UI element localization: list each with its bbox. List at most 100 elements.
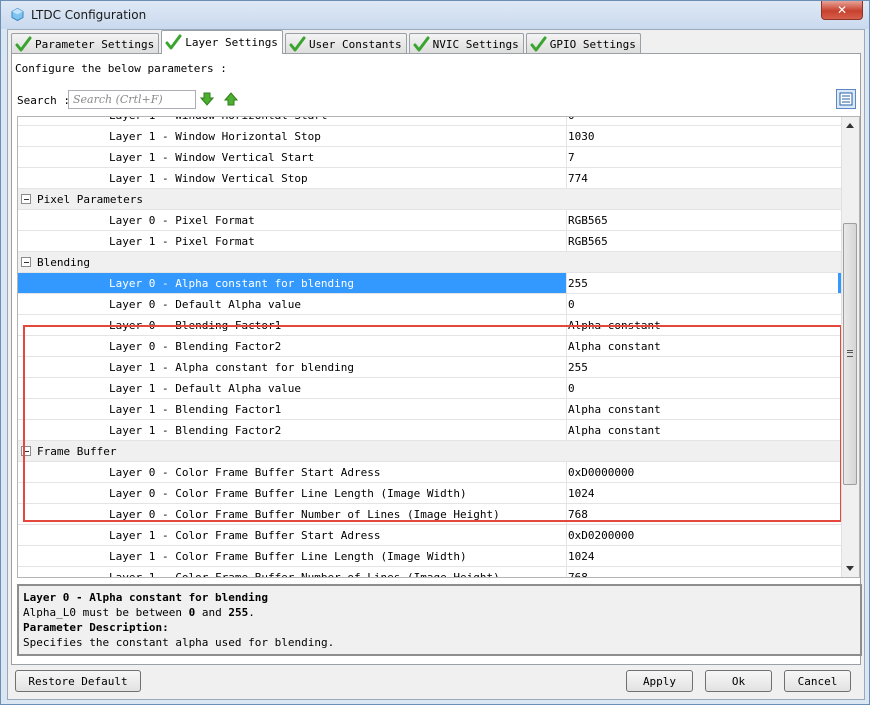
window-title: LTDC Configuration: [31, 8, 147, 22]
parameter-name: Layer 1 - Blending Factor1: [109, 403, 282, 416]
tab-layer-settings[interactable]: Layer Settings: [161, 30, 283, 54]
parameter-row[interactable]: Layer 0 - Default Alpha value 0: [18, 294, 842, 315]
parameter-row[interactable]: Layer 1 - Default Alpha value 0: [18, 378, 842, 399]
column-separator: [566, 117, 567, 125]
parameter-row[interactable]: Layer 1 - Pixel Format RGB565: [18, 231, 842, 252]
dialog-client-area: Parameter Settings Layer Settings User C…: [7, 29, 865, 700]
search-previous-arrow-up-icon[interactable]: [224, 92, 238, 106]
parameter-value[interactable]: 1024: [568, 550, 595, 563]
check-icon: [165, 34, 182, 50]
parameter-row[interactable]: Layer 0 - Color Frame Buffer Number of L…: [18, 504, 842, 525]
apply-button[interactable]: Apply: [626, 670, 693, 692]
tab-gpio-settings[interactable]: GPIO Settings: [525, 33, 641, 54]
search-input[interactable]: [68, 90, 196, 109]
tab-nvic-settings[interactable]: NVIC Settings: [408, 33, 524, 54]
tab-label: Parameter Settings: [35, 37, 155, 51]
parameter-value[interactable]: 774: [568, 172, 588, 185]
scroll-down-arrow-icon[interactable]: [846, 566, 854, 571]
parameter-row-selected[interactable]: Layer 0 - Alpha constant for blending 255: [18, 273, 842, 294]
search-next-arrow-down-icon[interactable]: [200, 92, 214, 106]
column-separator: [566, 546, 567, 566]
tab-label: GPIO Settings: [549, 37, 636, 51]
column-separator: [566, 357, 567, 377]
parameter-value[interactable]: 0: [568, 298, 575, 311]
grid-rows: Layer 1 - Window Horizontal Start0Layer …: [18, 117, 842, 578]
parameter-row[interactable]: Layer 0 - Color Frame Buffer Line Length…: [18, 483, 842, 504]
column-separator: [566, 231, 567, 251]
vertical-scrollbar[interactable]: [841, 117, 859, 577]
parameter-value[interactable]: 255: [568, 277, 588, 290]
parameter-row[interactable]: Layer 0 - Blending Factor1 Alpha constant: [18, 315, 842, 336]
parameter-value[interactable]: Alpha constant: [568, 403, 661, 416]
parameter-value[interactable]: 0xD0000000: [568, 466, 634, 479]
column-separator: [566, 210, 567, 230]
parameter-row[interactable]: Layer 1 - Color Frame Buffer Start Adres…: [18, 525, 842, 546]
parameter-row[interactable]: Layer 1 - Color Frame Buffer Line Length…: [18, 546, 842, 567]
parameter-name: Layer 1 - Window Vertical Stop: [109, 172, 308, 185]
parameter-row[interactable]: Layer 1 - Alpha constant for blending 255: [18, 357, 842, 378]
parameter-value[interactable]: 0: [568, 117, 575, 122]
parameter-row[interactable]: Layer 1 - Blending Factor1 Alpha constant: [18, 399, 842, 420]
parameter-value[interactable]: 1030: [568, 130, 595, 143]
parameter-value[interactable]: 768: [568, 571, 588, 577]
restore-default-button[interactable]: Restore Default: [15, 670, 141, 692]
parameter-value[interactable]: Alpha constant: [568, 319, 661, 332]
parameter-row[interactable]: Layer 0 - Pixel Format RGB565: [18, 210, 842, 231]
parameter-row[interactable]: Layer 1 - Window Horizontal Start 0: [18, 117, 842, 126]
parameter-value[interactable]: RGB565: [568, 235, 608, 248]
parameter-row[interactable]: Layer 0 - Color Frame Buffer Start Adres…: [18, 462, 842, 483]
parameter-value[interactable]: 0xD0200000: [568, 529, 634, 542]
category-label: Frame Buffer: [37, 445, 117, 458]
parameter-value[interactable]: 7: [568, 151, 575, 164]
parameter-value[interactable]: Alpha constant: [568, 340, 661, 353]
cancel-button[interactable]: Cancel: [784, 670, 851, 692]
search-label: Search :: [17, 94, 70, 107]
parameter-name: Layer 1 - Window Horizontal Stop: [109, 130, 321, 143]
description-title: Layer 0 - Alpha constant for blending: [23, 591, 269, 604]
column-separator: [566, 168, 567, 188]
parameter-row[interactable]: Layer 1 - Blending Factor2 Alpha constant: [18, 420, 842, 441]
column-separator: [566, 147, 567, 167]
category-label: Blending: [37, 256, 90, 269]
cube-app-icon: [11, 8, 24, 21]
column-separator: [566, 462, 567, 482]
category-row[interactable]: Frame Buffer: [18, 441, 842, 462]
collapse-toggle-icon[interactable]: [21, 194, 31, 204]
parameter-value[interactable]: RGB565: [568, 214, 608, 227]
parameter-row[interactable]: Layer 1 - Window Vertical Stop 774: [18, 168, 842, 189]
value-editor[interactable]: [567, 273, 838, 293]
category-row[interactable]: Pixel Parameters: [18, 189, 842, 210]
tab-user-constants[interactable]: User Constants: [284, 33, 407, 54]
scroll-up-arrow-icon[interactable]: [846, 123, 854, 128]
parameter-name: Layer 0 - Blending Factor2: [109, 340, 282, 353]
list-view-icon[interactable]: [836, 89, 856, 109]
parameter-row[interactable]: Layer 1 - Color Frame Buffer Number of L…: [18, 567, 842, 578]
grip-icon: [847, 350, 853, 357]
check-icon: [15, 36, 32, 51]
close-button[interactable]: ✕: [821, 1, 863, 20]
check-icon: [289, 36, 306, 51]
ok-button[interactable]: Ok: [705, 670, 772, 692]
parameter-value[interactable]: 255: [568, 361, 588, 374]
parameter-name: Layer 0 - Default Alpha value: [109, 298, 302, 311]
column-separator: [566, 315, 567, 335]
title-bar[interactable]: LTDC Configuration ✕: [1, 1, 869, 29]
parameter-name: Layer 1 - Color Frame Buffer Number of L…: [109, 571, 500, 578]
tab-strip: Parameter Settings Layer Settings User C…: [11, 30, 643, 54]
parameters-property-grid[interactable]: Layer 1 - Window Horizontal Start0Layer …: [17, 116, 860, 578]
parameter-name: Layer 0 - Alpha constant for blending: [109, 277, 355, 290]
parameter-value[interactable]: 1024: [568, 487, 595, 500]
collapse-toggle-icon[interactable]: [21, 257, 31, 267]
collapse-toggle-icon[interactable]: [21, 446, 31, 456]
parameter-row[interactable]: Layer 1 - Window Vertical Start 7: [18, 147, 842, 168]
parameter-row[interactable]: Layer 0 - Blending Factor2 Alpha constant: [18, 336, 842, 357]
category-row[interactable]: Blending: [18, 252, 842, 273]
parameter-row[interactable]: Layer 1 - Window Horizontal Stop 1030: [18, 126, 842, 147]
description-constraint: Alpha_L0 must be between 0 and 255.: [23, 606, 255, 619]
parameter-value[interactable]: 768: [568, 508, 588, 521]
tab-parameter-settings[interactable]: Parameter Settings: [11, 33, 160, 54]
tab-label: NVIC Settings: [432, 37, 519, 51]
parameter-value[interactable]: 0: [568, 382, 575, 395]
parameter-value[interactable]: Alpha constant: [568, 424, 661, 437]
scroll-thumb[interactable]: [843, 223, 857, 485]
